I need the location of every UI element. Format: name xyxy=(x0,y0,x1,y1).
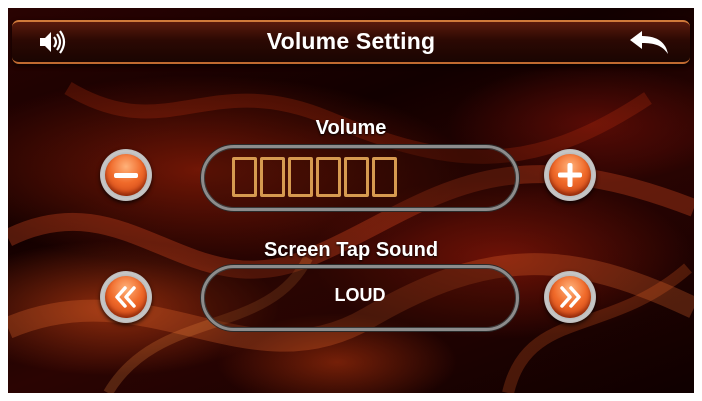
volume-level-bars xyxy=(232,157,397,197)
volume-bar-5 xyxy=(344,157,369,197)
volume-increase-button[interactable] xyxy=(544,149,596,201)
volume-bar-3 xyxy=(288,157,313,197)
volume-decrease-button[interactable] xyxy=(100,149,152,201)
volume-bar-4 xyxy=(316,157,341,197)
volume-bar-2 xyxy=(260,157,285,197)
minus-icon xyxy=(114,172,138,178)
plus-icon xyxy=(558,163,582,187)
title-bar: Volume Setting xyxy=(12,20,690,64)
tap-sound-label: Screen Tap Sound xyxy=(263,239,439,261)
page-title: Volume Setting xyxy=(266,28,436,54)
tap-sound-next-button[interactable] xyxy=(544,271,596,323)
volume-bar-6 xyxy=(372,157,397,197)
volume-label: Volume xyxy=(315,117,387,139)
back-arrow-icon[interactable] xyxy=(628,27,672,57)
tap-sound-value: LOUD xyxy=(334,285,386,305)
double-chevron-left-icon xyxy=(115,286,136,308)
tap-sound-display: LOUD xyxy=(201,265,519,331)
volume-bar-1 xyxy=(232,157,257,197)
app-screen: Volume Setting Volume Screen Tap Sound L… xyxy=(8,8,694,393)
double-chevron-right-icon xyxy=(560,286,581,308)
tap-sound-prev-button[interactable] xyxy=(100,271,152,323)
volume-level-display xyxy=(201,145,519,211)
